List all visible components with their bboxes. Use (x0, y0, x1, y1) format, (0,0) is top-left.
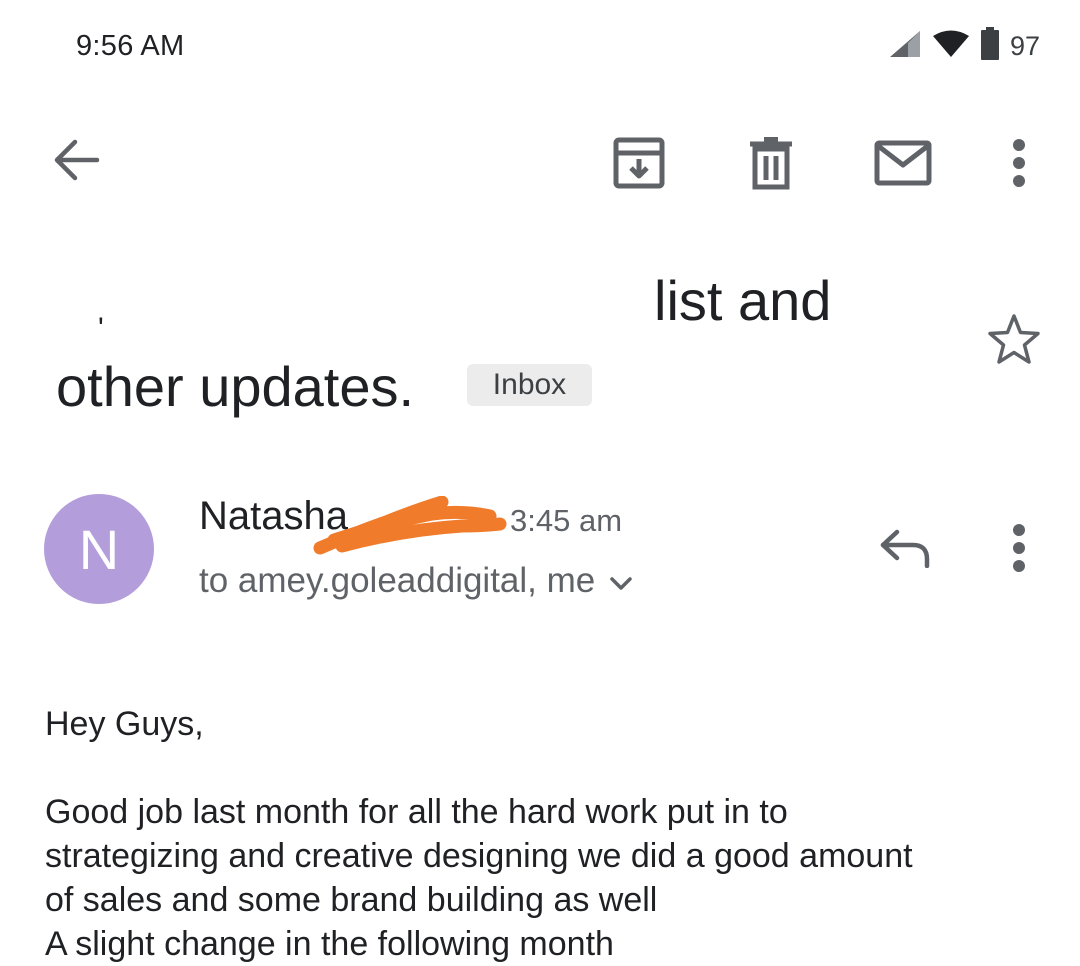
back-arrow-icon (51, 137, 101, 188)
sent-time: 3:45 am (510, 503, 623, 538)
wifi-icon (932, 30, 970, 63)
message-more-button[interactable] (1002, 523, 1036, 578)
more-vert-icon (1011, 138, 1027, 193)
more-options-button[interactable] (1002, 138, 1036, 192)
more-vert-icon (1011, 523, 1027, 578)
star-outline-icon (987, 313, 1041, 370)
recipients-text: to amey.goleaddigital, me (199, 561, 596, 600)
subject-line-2: other updates. (56, 355, 415, 418)
delete-icon (748, 136, 794, 195)
recipients-toggle[interactable]: to amey.goleaddigital, me (199, 561, 633, 601)
delete-button[interactable] (744, 136, 798, 194)
chevron-down-icon (609, 561, 633, 601)
star-button[interactable] (986, 313, 1042, 370)
body-line-3: of sales and some brand building as well (45, 881, 658, 919)
body-line-2: strategizing and creative designing we d… (45, 837, 913, 875)
archive-icon (613, 136, 665, 195)
reply-button[interactable] (876, 526, 934, 574)
subject-fragment: ' (98, 312, 104, 345)
cell-signal-icon (888, 29, 922, 64)
status-time: 9:56 AM (76, 30, 185, 62)
body-line-4: A slight change in the following month (45, 925, 614, 963)
archive-button[interactable] (609, 136, 669, 194)
mark-unread-button[interactable] (872, 138, 934, 192)
battery-icon (980, 26, 1000, 66)
mark-unread-icon (874, 140, 932, 191)
body-greeting: Hey Guys, (45, 705, 204, 743)
sender-avatar[interactable]: N (44, 494, 154, 604)
body-line-1: Good job last month for all the hard wor… (45, 793, 788, 831)
email-body: Hey Guys, Good job last month for all th… (45, 702, 1055, 966)
back-button[interactable] (46, 132, 106, 192)
status-icons: 97 (888, 26, 1040, 66)
inbox-label-chip[interactable]: Inbox (467, 364, 592, 406)
subject-line-1: list and (654, 269, 832, 332)
battery-level: 97 (1009, 30, 1040, 61)
redaction-scribble (312, 495, 508, 563)
reply-icon (879, 528, 931, 573)
